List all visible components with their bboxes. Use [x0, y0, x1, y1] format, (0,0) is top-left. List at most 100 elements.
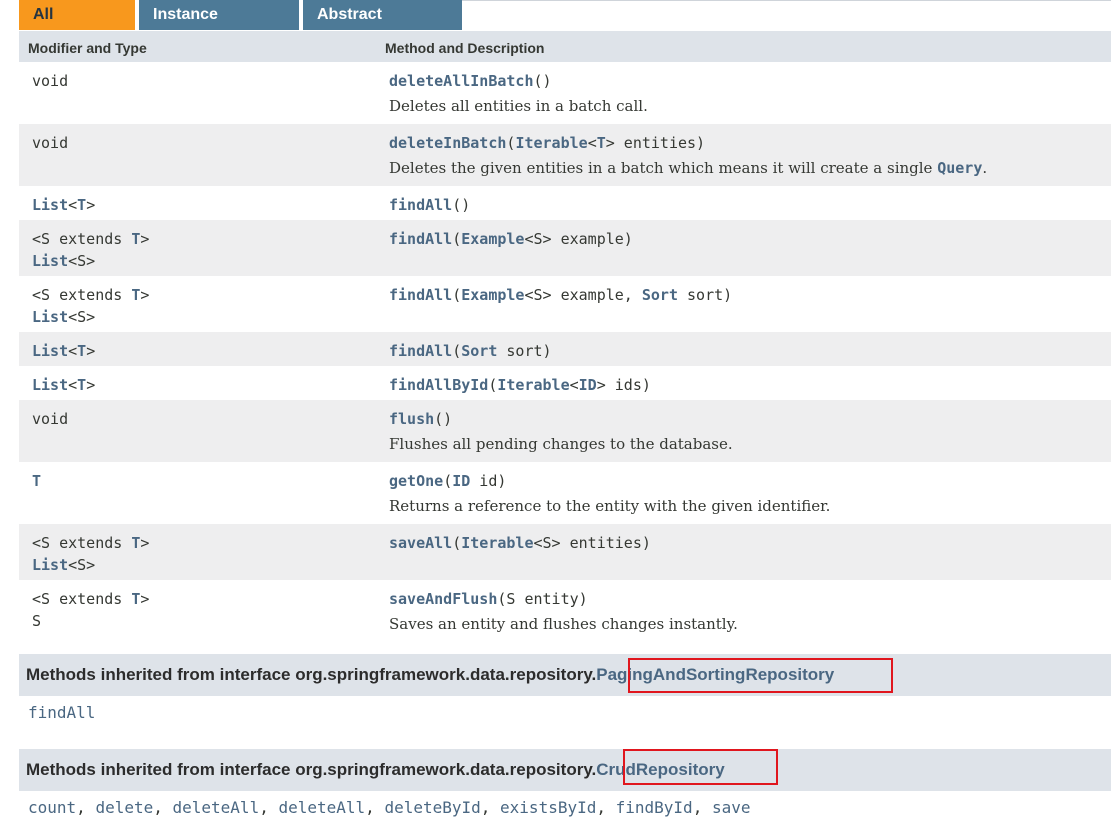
modifier-type: <S extends T> List<S> [32, 532, 149, 576]
inherited-method-link[interactable]: findById [616, 798, 693, 817]
method-link-findAllById[interactable]: findAllById [389, 376, 488, 394]
tab-instance-methods[interactable]: Instance Methods [139, 0, 299, 53]
modifier-type: List<T> [32, 194, 95, 216]
modifier-type: void [32, 134, 69, 152]
modifier-type: void [32, 410, 69, 428]
generic-close: > [86, 376, 96, 394]
param-rest: > ids) [596, 376, 651, 394]
generic-open: < [587, 134, 597, 152]
type-link-t[interactable]: T [597, 134, 606, 152]
method-link-flush[interactable]: flush [389, 410, 434, 428]
type-link-example[interactable]: Example [461, 230, 524, 248]
type-link-list[interactable]: List [32, 308, 68, 326]
method-link-deleteAllInBatch[interactable]: deleteAllInBatch [389, 72, 534, 90]
type-link-example[interactable]: Example [461, 286, 524, 304]
method-link-saveAll[interactable]: saveAll [389, 534, 452, 552]
inherited-method-list: count, delete, deleteAll, deleteAll, del… [19, 791, 1111, 823]
type-prefix: <S extends [32, 534, 132, 552]
type-link-list[interactable]: List [32, 252, 68, 270]
method-link-saveAndFlush[interactable]: saveAndFlush [389, 590, 497, 608]
type-link-t[interactable]: T [32, 472, 41, 490]
method-description: Flushes all pending changes to the datab… [389, 435, 733, 453]
modifier-type: <S extends T> List<S> [32, 284, 149, 328]
generic-close: > [605, 134, 615, 152]
table-row: void deleteInBatch(Iterable<T> entities)… [19, 124, 1111, 186]
inherited-header: Methods inherited from interface org.spr… [19, 654, 1111, 696]
type-suffix: <S> [68, 308, 96, 326]
method-tab-bar: All Methods Instance Methods Abstract Me… [19, 0, 1111, 53]
tab-bar-rule [462, 0, 1111, 1]
generic-open: < [68, 196, 78, 214]
method-cell: findAll(Example<S> example) [389, 228, 633, 250]
method-link-findAll[interactable]: findAll [389, 196, 452, 214]
method-params: () [452, 196, 471, 214]
type-prefix: <S extends [32, 230, 132, 248]
inherited-method-link[interactable]: delete [95, 798, 153, 817]
method-link-findAll[interactable]: findAll [389, 230, 452, 248]
comma-separator: , [259, 798, 279, 817]
tab-abstract-methods[interactable]: Abstract Methods [303, 0, 462, 53]
inherited-prefix: Methods inherited from interface org.spr… [26, 760, 597, 779]
type-link-iterable[interactable]: Iterable [461, 534, 533, 552]
type-link-sort[interactable]: Sort [642, 286, 678, 304]
type-link-iterable[interactable]: Iterable [515, 134, 587, 152]
method-params: () [434, 410, 453, 428]
method-cell: deleteInBatch(Iterable<T> entities) Dele… [389, 132, 987, 178]
column-header-method-description: Method and Description [385, 40, 545, 56]
inherited-method-link[interactable]: deleteAll [278, 798, 365, 817]
method-summary-table: Modifier and Type Method and Description… [19, 31, 1111, 642]
type-link-id[interactable]: ID [579, 376, 597, 394]
modifier-type: List<T> [32, 340, 95, 362]
inherited-header: Methods inherited from interface org.spr… [19, 749, 1111, 791]
method-cell: findAll() [389, 194, 470, 216]
modifier-type: <S extends T> List<S> [32, 228, 149, 272]
method-cell: findAll(Example<S> example, Sort sort) [389, 284, 732, 306]
method-params: () [533, 72, 552, 90]
type-link-list[interactable]: List [32, 196, 68, 214]
type-link-list[interactable]: List [32, 342, 68, 360]
tab-all-methods[interactable]: All Methods [19, 0, 135, 53]
method-link-deleteInBatch[interactable]: deleteInBatch [389, 134, 506, 152]
inherited-method-link[interactable]: save [712, 798, 751, 817]
paren: ( [452, 342, 462, 360]
method-params: (S entity) [497, 590, 588, 608]
highlight-box [623, 749, 778, 785]
inherited-method-link[interactable]: findAll [28, 703, 95, 722]
inherited-method-link[interactable]: deleteAll [173, 798, 260, 817]
param-name: entities) [614, 134, 706, 152]
comma-separator: , [76, 798, 96, 817]
table-row: List<T> findAll(Sort sort) [19, 332, 1111, 366]
type-link-t[interactable]: T [77, 342, 86, 360]
type-plain: S [32, 612, 42, 630]
inherited-method-link[interactable]: existsById [500, 798, 596, 817]
method-link-findAll[interactable]: findAll [389, 286, 452, 304]
type-link-sort[interactable]: Sort [461, 342, 497, 360]
type-prefix: <S extends [32, 590, 132, 608]
type-link-iterable[interactable]: Iterable [497, 376, 569, 394]
paren: ( [452, 230, 462, 248]
param-rest: sort) [497, 342, 552, 360]
table-row: void flush() Flushes all pending changes… [19, 400, 1111, 462]
method-cell: flush() Flushes all pending changes to t… [389, 408, 733, 454]
table-row: List<T> findAll() [19, 186, 1111, 220]
type-link-list[interactable]: List [32, 556, 68, 574]
generic-close: > [86, 196, 96, 214]
type-link-id[interactable]: ID [452, 472, 470, 490]
table-row: <S extends T> List<S> saveAll(Iterable<S… [19, 524, 1111, 580]
comma-separator: , [692, 798, 712, 817]
method-link-getOne[interactable]: getOne [389, 472, 443, 490]
inherited-method-link[interactable]: count [28, 798, 76, 817]
modifier-type: <S extends T> S [32, 588, 149, 632]
inherited-method-link[interactable]: deleteById [384, 798, 480, 817]
type-link-list[interactable]: List [32, 376, 68, 394]
method-link-findAll[interactable]: findAll [389, 342, 452, 360]
type-link-t[interactable]: T [77, 376, 86, 394]
table-row: T getOne(ID id) Returns a reference to t… [19, 462, 1111, 524]
table-row: <S extends T> List<S> findAll(Example<S>… [19, 220, 1111, 276]
inherited-method-list: findAll [19, 696, 1111, 728]
query-link[interactable]: Query [937, 159, 982, 177]
method-cell: findAllById(Iterable<ID> ids) [389, 374, 651, 396]
type-link-t[interactable]: T [77, 196, 86, 214]
table-row: List<T> findAllById(Iterable<ID> ids) [19, 366, 1111, 400]
method-description: Deletes all entities in a batch call. [389, 97, 648, 115]
